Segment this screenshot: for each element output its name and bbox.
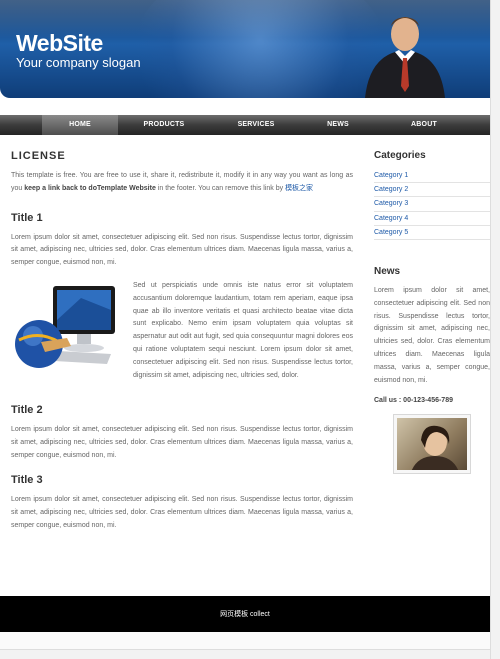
category-link[interactable]: Category 4 xyxy=(374,212,490,226)
vertical-scrollbar[interactable] xyxy=(490,0,500,659)
category-link[interactable]: Category 1 xyxy=(374,169,490,184)
woman-photo xyxy=(397,418,467,471)
main-nav: HOME PRODUCTS SERVICES NEWS ABOUT xyxy=(0,115,500,135)
nav-item-products[interactable]: PRODUCTS xyxy=(128,115,200,135)
category-link[interactable]: Category 2 xyxy=(374,183,490,198)
nav-item-home[interactable]: HOME xyxy=(42,115,118,135)
license-text: This template is free. You are free to u… xyxy=(11,172,353,192)
horizontal-scrollbar[interactable] xyxy=(0,649,490,659)
categories-title: Categories xyxy=(374,150,426,161)
license-bold-text: keep a link back to doTemplate Website xyxy=(24,184,156,192)
businessman-photo xyxy=(365,17,445,98)
call-us-text: Call us : 00-123-456-789 xyxy=(374,397,453,405)
site-header: WebSite Your company slogan xyxy=(0,0,500,98)
main-content: LICENSE This template is free. You are f… xyxy=(11,150,353,533)
footer-text[interactable]: 网页模板 collect xyxy=(220,609,270,619)
paragraph-3: Lorem ipsum dolor sit amet, consectetuer… xyxy=(11,496,353,529)
sidebar-photo-frame xyxy=(393,414,471,475)
title-3: Title 3 xyxy=(11,474,43,487)
nav-item-about[interactable]: ABOUT xyxy=(394,115,454,135)
sidebar: Categories Category 1 Category 2 Categor… xyxy=(374,150,490,475)
image-text-block: Sed ut perspiciatis unde omnis iste natu… xyxy=(11,280,353,392)
template-home-link[interactable]: 模板之家 xyxy=(285,185,313,192)
image-side-paragraph: Sed ut perspiciatis unde omnis iste natu… xyxy=(133,281,353,379)
category-link[interactable]: Category 3 xyxy=(374,197,490,212)
categories-list: Category 1 Category 2 Category 3 Categor… xyxy=(374,169,490,240)
site-slogan: Your company slogan xyxy=(16,55,141,70)
page-bottom-spacer xyxy=(0,632,490,649)
license-title: LICENSE xyxy=(11,150,66,162)
title-2: Title 2 xyxy=(11,403,43,416)
nav-item-news[interactable]: NEWS xyxy=(308,115,368,135)
nav-item-services[interactable]: SERVICES xyxy=(220,115,292,135)
paragraph-2: Lorem ipsum dolor sit amet, consectetuer… xyxy=(11,425,353,459)
woman-photo-illustration xyxy=(411,426,459,471)
monitor-globe-illustration xyxy=(15,285,115,368)
news-text: Lorem ipsum dolor sit amet, consectetuer… xyxy=(374,286,490,384)
site-logo[interactable]: WebSite xyxy=(16,30,103,57)
category-link[interactable]: Category 5 xyxy=(374,226,490,240)
title-1: Title 1 xyxy=(11,211,43,224)
news-title: News xyxy=(374,265,401,277)
site-footer: 网页模板 collect xyxy=(0,596,490,632)
paragraph-1: Lorem ipsum dolor sit amet, consectetuer… xyxy=(11,233,353,267)
